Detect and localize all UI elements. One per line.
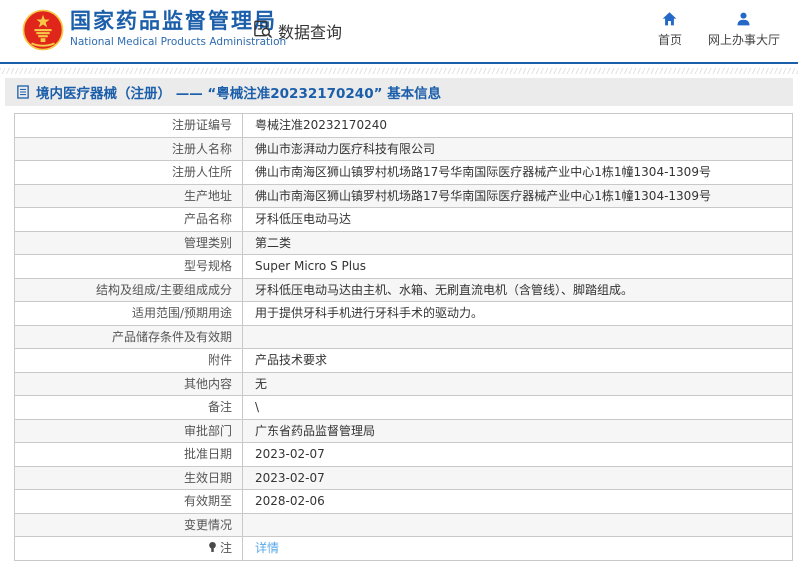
field-label: 变更情况 [15, 513, 243, 537]
field-value [243, 325, 793, 349]
national-emblem-icon [22, 8, 64, 52]
table-row: 注详情 [15, 537, 793, 561]
field-value: 2023-02-07 [243, 443, 793, 467]
data-query-tab[interactable]: 数据查询 [253, 19, 342, 43]
breadcrumb: 境内医疗器械（注册） —— “粤械注准20232170240” 基本信息 [5, 78, 793, 106]
field-value: 第二类 [243, 231, 793, 255]
field-value: 无 [243, 372, 793, 396]
data-query-icon [253, 19, 273, 43]
home-icon [661, 11, 678, 27]
table-row: 附件产品技术要求 [15, 349, 793, 373]
nav-home-label: 首页 [658, 31, 682, 48]
table-row: 管理类别第二类 [15, 231, 793, 255]
table-row: 生效日期2023-02-07 [15, 466, 793, 490]
page-icon [17, 85, 29, 99]
nav-home[interactable]: 首页 [658, 11, 682, 48]
field-value: 佛山市南海区狮山镇罗村机场路17号华南国际医疗器械产业中心1栋1幢1304-13… [243, 161, 793, 185]
field-label: 附件 [15, 349, 243, 373]
table-row: 注册人住所佛山市南海区狮山镇罗村机场路17号华南国际医疗器械产业中心1栋1幢13… [15, 161, 793, 185]
field-label: 有效期至 [15, 490, 243, 514]
nav-service-hall-label: 网上办事大厅 [708, 31, 780, 48]
user-icon [735, 11, 752, 27]
field-value: Super Micro S Plus [243, 255, 793, 279]
field-value: 牙科低压电动马达 [243, 208, 793, 232]
field-value: 2023-02-07 [243, 466, 793, 490]
field-value: 粤械注准20232170240 [243, 114, 793, 138]
field-label: 产品名称 [15, 208, 243, 232]
field-label: 生产地址 [15, 184, 243, 208]
table-row: 变更情况 [15, 513, 793, 537]
field-label: 生效日期 [15, 466, 243, 490]
table-row: 批准日期2023-02-07 [15, 443, 793, 467]
field-value: 佛山市南海区狮山镇罗村机场路17号华南国际医疗器械产业中心1栋1幢1304-13… [243, 184, 793, 208]
field-label: 型号规格 [15, 255, 243, 279]
data-query-label: 数据查询 [278, 19, 342, 43]
field-value: 详情 [243, 537, 793, 561]
note-pin-icon [208, 541, 217, 553]
table-row: 型号规格Super Micro S Plus [15, 255, 793, 279]
table-row: 生产地址佛山市南海区狮山镇罗村机场路17号华南国际医疗器械产业中心1栋1幢130… [15, 184, 793, 208]
field-value: \ [243, 396, 793, 420]
field-label: 审批部门 [15, 419, 243, 443]
field-label: 注册人住所 [15, 161, 243, 185]
field-value: 用于提供牙科手机进行牙科手术的驱动力。 [243, 302, 793, 326]
field-value: 广东省药品监督管理局 [243, 419, 793, 443]
field-label: 适用范围/预期用途 [15, 302, 243, 326]
table-row: 结构及组成/主要组成成分牙科低压电动马达由主机、水箱、无刷直流电机（含管线）、脚… [15, 278, 793, 302]
field-label: 结构及组成/主要组成成分 [15, 278, 243, 302]
field-label: 管理类别 [15, 231, 243, 255]
table-row: 其他内容无 [15, 372, 793, 396]
table-row: 产品名称牙科低压电动马达 [15, 208, 793, 232]
field-label: 注册证编号 [15, 114, 243, 138]
field-label: 注 [15, 537, 243, 561]
field-value: 产品技术要求 [243, 349, 793, 373]
header-divider [0, 62, 798, 64]
table-row: 备注\ [15, 396, 793, 420]
table-row: 有效期至2028-02-06 [15, 490, 793, 514]
detail-table: 注册证编号粤械注准20232170240注册人名称佛山市澎湃动力医疗科技有限公司… [14, 113, 793, 561]
field-label: 批准日期 [15, 443, 243, 467]
field-value [243, 513, 793, 537]
table-row: 适用范围/预期用途用于提供牙科手机进行牙科手术的驱动力。 [15, 302, 793, 326]
top-nav: 首页 网上办事大厅 [658, 11, 780, 48]
field-value: 牙科低压电动马达由主机、水箱、无刷直流电机（含管线）、脚踏组成。 [243, 278, 793, 302]
field-label: 产品储存条件及有效期 [15, 325, 243, 349]
table-row: 注册证编号粤械注准20232170240 [15, 114, 793, 138]
table-row: 审批部门广东省药品监督管理局 [15, 419, 793, 443]
field-label: 其他内容 [15, 372, 243, 396]
table-row: 产品储存条件及有效期 [15, 325, 793, 349]
field-value: 2028-02-06 [243, 490, 793, 514]
field-label: 备注 [15, 396, 243, 420]
nav-service-hall[interactable]: 网上办事大厅 [708, 11, 780, 48]
field-label: 注册人名称 [15, 137, 243, 161]
site-header: 国家药品监督管理局 National Medical Products Admi… [0, 0, 798, 62]
detail-link[interactable]: 详情 [255, 541, 279, 555]
field-value: 佛山市澎湃动力医疗科技有限公司 [243, 137, 793, 161]
table-row: 注册人名称佛山市澎湃动力医疗科技有限公司 [15, 137, 793, 161]
page-title: 境内医疗器械（注册） —— “粤械注准20232170240” 基本信息 [36, 82, 441, 102]
hatch-band [0, 68, 798, 74]
